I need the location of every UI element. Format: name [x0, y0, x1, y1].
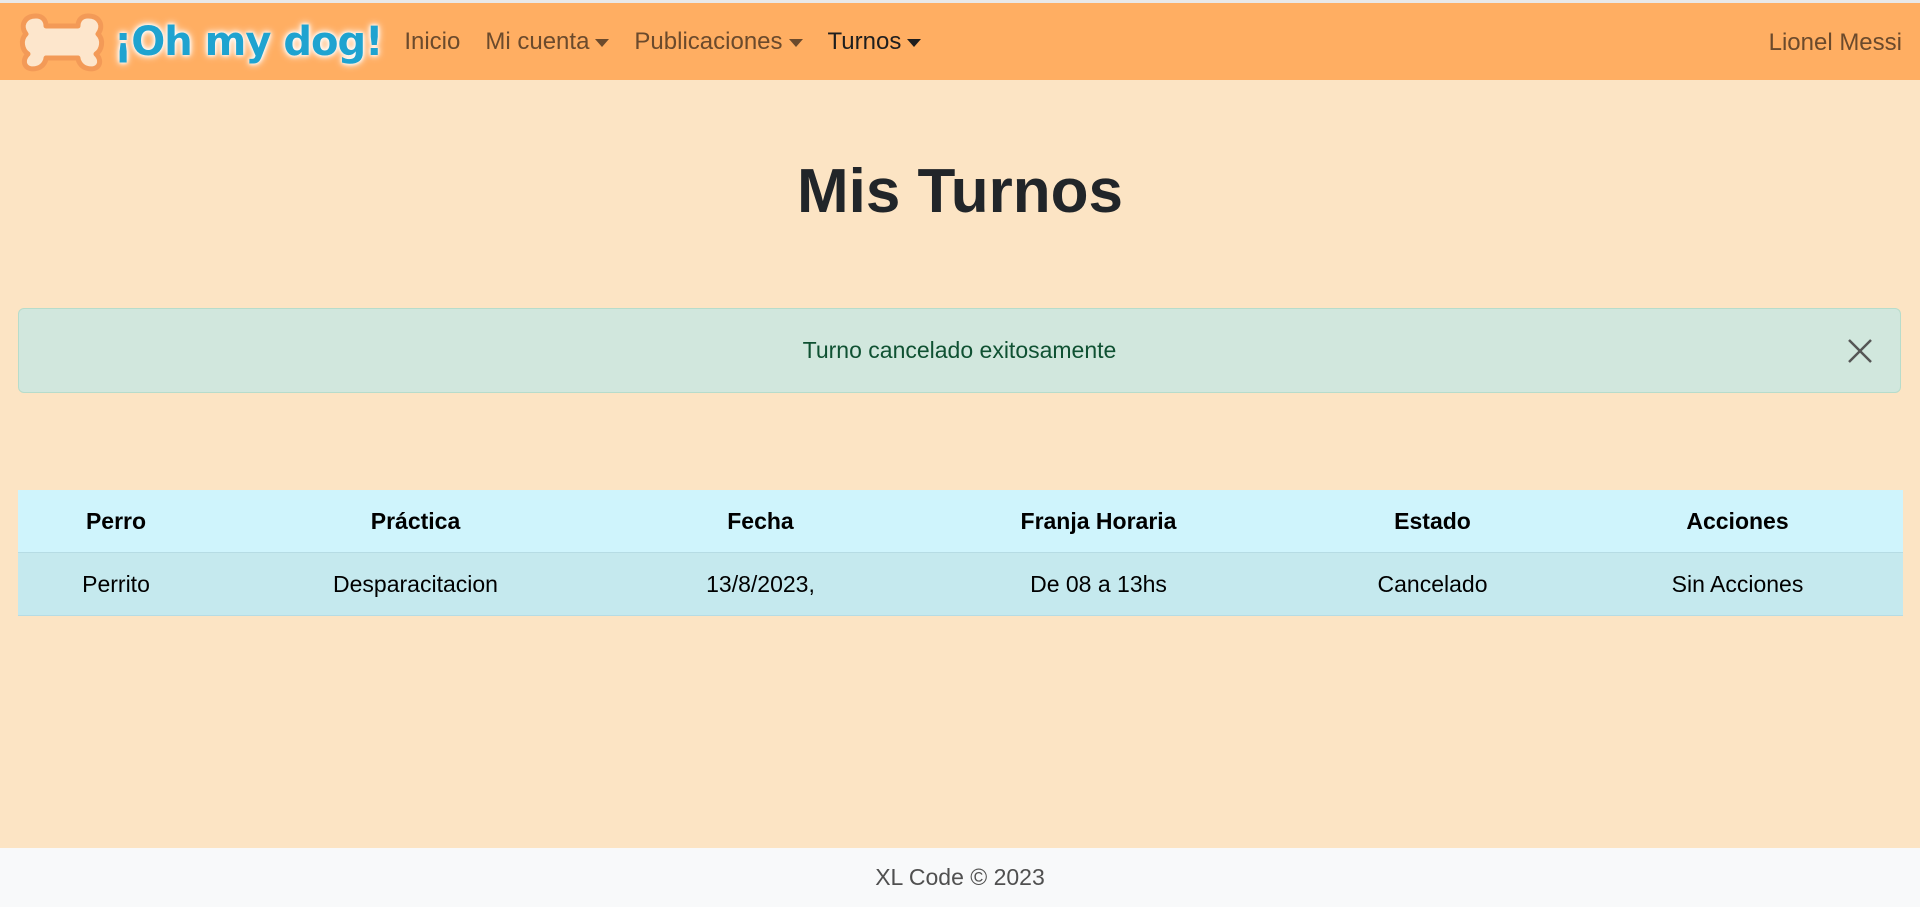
nav-item-label: Inicio: [404, 27, 461, 55]
caret-down-icon: [595, 38, 610, 47]
cell-estado: Cancelado: [1293, 552, 1572, 616]
navbar: ¡Oh my dog! Inicio Mi cuenta Publicacion…: [0, 0, 1920, 80]
column-header-practica: Práctica: [214, 490, 617, 553]
column-header-perro: Perro: [18, 490, 214, 553]
nav-item-turnos[interactable]: Turnos: [828, 28, 922, 56]
alert-message: Turno cancelado exitosamente: [802, 337, 1117, 363]
footer-text: XL Code © 2023: [875, 864, 1045, 890]
nav-item-label: Publicaciones: [634, 27, 783, 55]
column-header-estado: Estado: [1293, 490, 1572, 553]
column-header-franja-horaria: Franja Horaria: [904, 490, 1293, 553]
nav-item-mi-cuenta[interactable]: Mi cuenta: [485, 27, 610, 56]
turnos-table: Perro Práctica Fecha Franja Horaria Esta…: [18, 490, 1903, 616]
nav-item-label: Mi cuenta: [485, 27, 590, 55]
success-alert: Turno cancelado exitosamente: [18, 308, 1901, 393]
close-icon: [1848, 339, 1872, 363]
nav-item-inicio[interactable]: Inicio: [404, 28, 460, 56]
nav-item-label: Turnos: [827, 27, 902, 55]
cell-practica: Desparacitacion: [214, 552, 617, 616]
column-header-fecha: Fecha: [617, 490, 904, 553]
caret-down-icon: [907, 38, 922, 47]
nav-item-publicaciones[interactable]: Publicaciones: [634, 27, 803, 56]
brand-name: ¡Oh my dog!: [114, 18, 383, 65]
bone-icon: [19, 13, 105, 71]
page-title: Mis Turnos: [796, 157, 1124, 226]
table-row: Perrito Desparacitacion 13/8/2023, De 08…: [18, 552, 1903, 616]
cell-acciones: Sin Acciones: [1572, 552, 1903, 616]
brand-logo[interactable]: ¡Oh my dog!: [16, 6, 383, 78]
table-header-row: Perro Práctica Fecha Franja Horaria Esta…: [18, 490, 1903, 553]
caret-down-icon: [788, 38, 803, 47]
cell-fecha: 13/8/2023,: [617, 552, 904, 616]
column-header-acciones: Acciones: [1572, 490, 1903, 553]
user-name-link[interactable]: Lionel Messi: [1769, 29, 1902, 57]
cell-franja-horaria: De 08 a 13hs: [904, 552, 1293, 616]
nav-links: Inicio Mi cuenta Publicaciones Turnos: [404, 28, 946, 56]
footer: XL Code © 2023: [0, 848, 1920, 907]
alert-close-button[interactable]: [1840, 331, 1880, 371]
cell-perro: Perrito: [18, 552, 214, 616]
